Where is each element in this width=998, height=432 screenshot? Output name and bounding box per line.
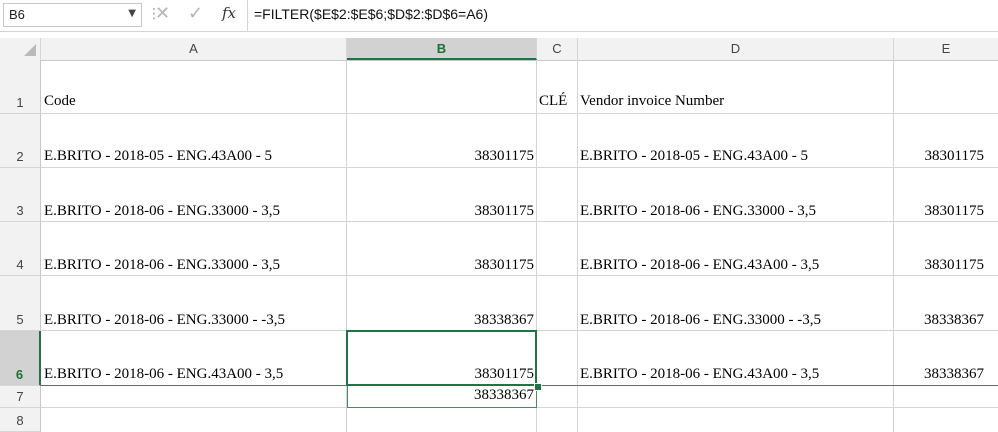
cell-d1[interactable]: Vendor invoice Number — [580, 93, 724, 110]
cell-d5[interactable]: E.BRITO - 2018-06 - ENG.33000 - -3,5 — [580, 312, 821, 329]
cell-a5[interactable]: E.BRITO - 2018-06 - ENG.33000 - -3,5 — [44, 312, 285, 329]
row-number: 3 — [16, 203, 24, 218]
gridline — [41, 221, 998, 222]
cell-a6[interactable]: E.BRITO - 2018-06 - ENG.43A00 - 3,5 — [44, 366, 283, 383]
cell-e3[interactable]: 38301175 — [894, 203, 984, 220]
row-header-1[interactable]: 1 — [0, 60, 41, 114]
row-header-4[interactable]: 4 — [0, 222, 41, 276]
row-header-7[interactable]: 7 — [0, 386, 41, 408]
cell-e5[interactable]: 38338367 — [894, 312, 984, 329]
cancel-icon[interactable]: ✕ — [155, 3, 170, 24]
cell-a2[interactable]: E.BRITO - 2018-05 - ENG.43A00 - 5 — [44, 148, 272, 165]
formula-input[interactable]: =FILTER($E$2:$E$6;$D$2:$D$6=A6) — [247, 0, 998, 31]
fill-handle[interactable] — [534, 383, 542, 391]
active-cell-selection — [346, 330, 537, 386]
row-number: 7 — [16, 389, 24, 404]
formula-bar: B6 ▼ ⋮ ✕ ✓ fx =FILTER($E$2:$E$6;$D$2:$D$… — [0, 0, 998, 32]
cell-e6[interactable]: 38338367 — [894, 366, 984, 383]
row-header-2[interactable]: 2 — [0, 114, 41, 168]
cell-c1[interactable]: CLÉ — [539, 93, 567, 110]
row-number: 6 — [15, 367, 24, 382]
chevron-down-icon[interactable]: ▼ — [128, 8, 136, 19]
column-header-bar: A B C D E — [0, 38, 998, 61]
cell-e4[interactable]: 38301175 — [894, 257, 984, 274]
row-header-5[interactable]: 5 — [0, 276, 41, 331]
insert-function-icon[interactable]: fx — [222, 4, 236, 22]
cell-d2[interactable]: E.BRITO - 2018-05 - ENG.43A00 - 5 — [580, 148, 808, 165]
column-header-d[interactable]: D — [578, 38, 894, 60]
cell-a3[interactable]: E.BRITO - 2018-06 - ENG.33000 - 3,5 — [44, 203, 280, 220]
row-number: 1 — [16, 95, 24, 110]
gridline — [41, 275, 998, 276]
row-header-3[interactable]: 3 — [0, 168, 41, 222]
column-header-c[interactable]: C — [537, 38, 578, 60]
select-all-button[interactable] — [0, 38, 41, 60]
row-header-8[interactable]: 8 — [0, 408, 41, 432]
cell-b3[interactable]: 38301175 — [347, 203, 534, 220]
column-header-e[interactable]: E — [894, 38, 998, 60]
cell-d4[interactable]: E.BRITO - 2018-06 - ENG.43A00 - 3,5 — [580, 257, 819, 274]
row-header-6[interactable]: 6 — [0, 331, 41, 386]
row-number: 2 — [16, 149, 24, 164]
gridline — [577, 60, 578, 432]
row-number: 5 — [16, 312, 24, 327]
name-box-value: B6 — [9, 7, 25, 22]
column-header-b[interactable]: B — [347, 38, 537, 60]
cell-d3[interactable]: E.BRITO - 2018-06 - ENG.33000 - 3,5 — [580, 203, 816, 220]
gridline — [41, 113, 998, 114]
formula-text: =FILTER($E$2:$E$6;$D$2:$D$6=A6) — [254, 6, 488, 22]
gridline — [41, 167, 998, 168]
enter-check-icon[interactable]: ✓ — [188, 3, 203, 24]
cell-b2[interactable]: 38301175 — [347, 148, 534, 165]
row-number: 4 — [16, 257, 24, 272]
cell-b4[interactable]: 38301175 — [347, 257, 534, 274]
cell-e2[interactable]: 38301175 — [894, 148, 984, 165]
cell-a4[interactable]: E.BRITO - 2018-06 - ENG.33000 - 3,5 — [44, 257, 280, 274]
name-box[interactable]: B6 ▼ — [3, 3, 142, 27]
cell-d6[interactable]: E.BRITO - 2018-06 - ENG.43A00 - 3,5 — [580, 366, 819, 383]
cell-a1[interactable]: Code — [44, 93, 76, 110]
select-all-triangle-icon — [24, 44, 36, 56]
row-number: 8 — [16, 413, 24, 428]
cell-b5[interactable]: 38338367 — [347, 312, 534, 329]
column-header-a[interactable]: A — [41, 38, 347, 60]
